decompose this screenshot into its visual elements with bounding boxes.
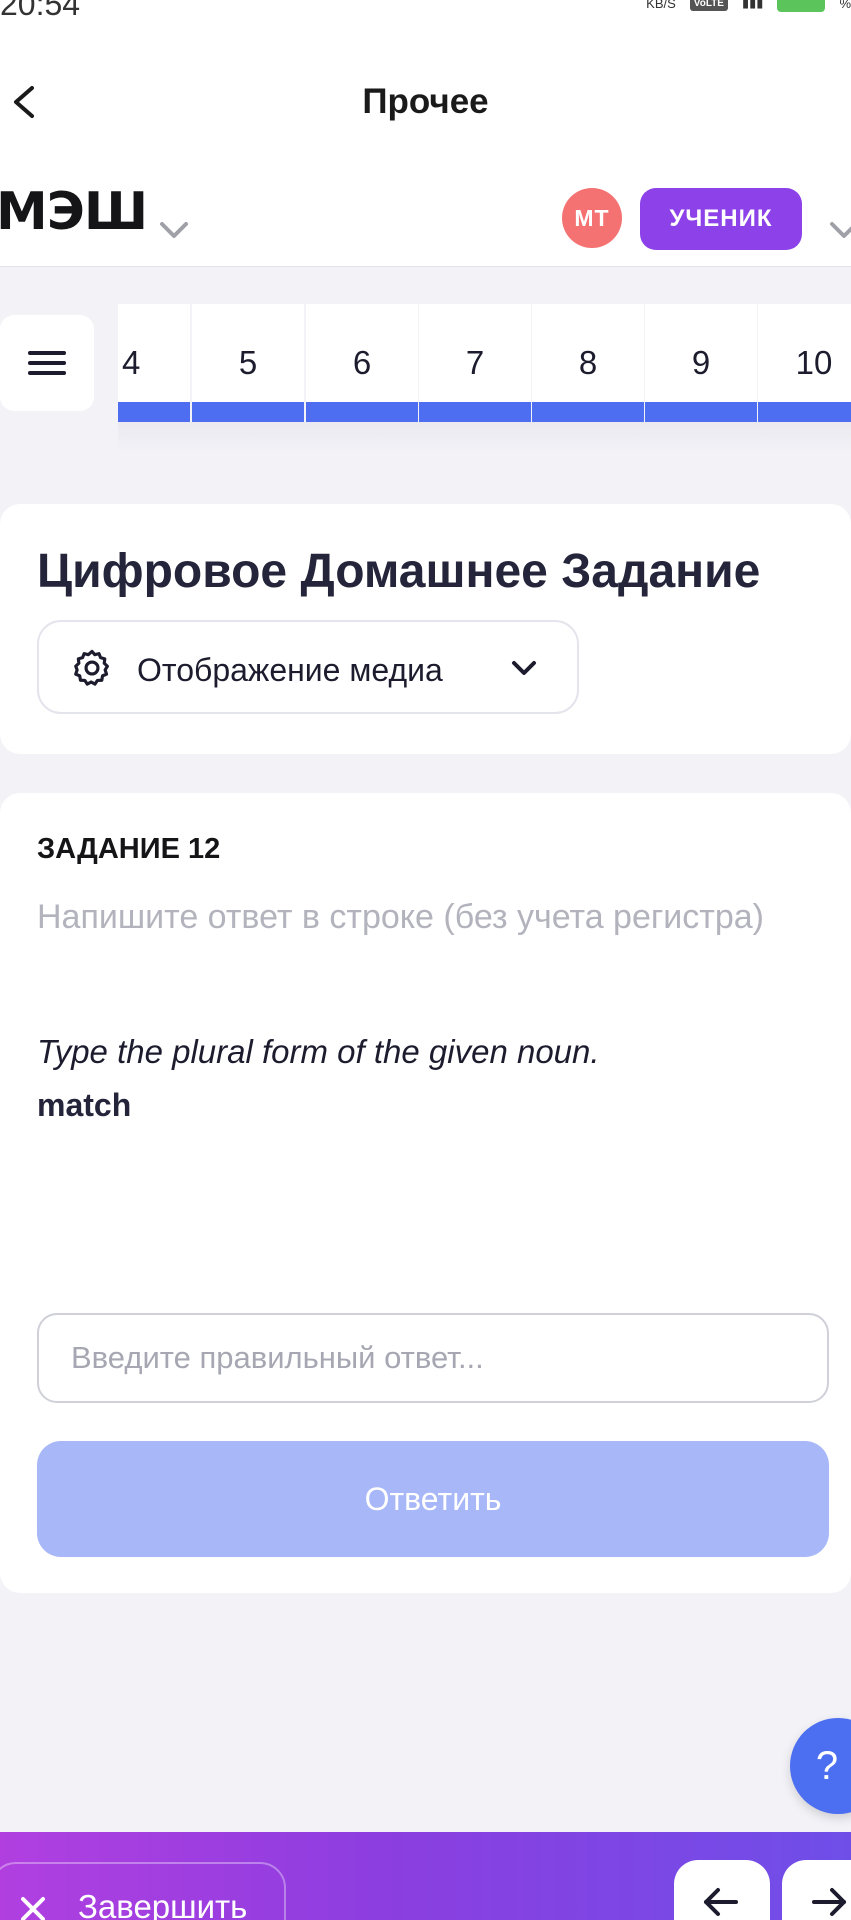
task-progress-bar [419, 402, 531, 422]
task-number-strip: 4 5 6 7 8 9 10 [118, 304, 851, 422]
task-progress-bar [532, 402, 644, 422]
task-nav-number: 9 [645, 344, 757, 382]
task-nav-item[interactable]: 5 [192, 304, 304, 422]
task-nav-item[interactable]: 7 [419, 304, 531, 422]
signal-icon: ▮▮▮ [742, 0, 763, 11]
homework-card: Цифровое Домашнее Задание Отображение ме… [0, 504, 851, 754]
status-bar: 20:54 KB/S VoLTE ▮▮▮ % [0, 0, 851, 18]
task-nav-item[interactable]: 9 [645, 304, 757, 422]
hamburger-icon [28, 345, 66, 381]
battery-percent: % [839, 0, 851, 11]
task-card: ЗАДАНИЕ 12 Напишите ответ в строке (без … [0, 793, 851, 1593]
network-speed: KB/S [646, 0, 676, 11]
next-task-button[interactable] [782, 1860, 851, 1920]
task-prompt: Type the plural form of the given noun. [37, 1033, 600, 1071]
battery-icon [777, 0, 825, 12]
task-progress-bar [645, 402, 757, 422]
task-progress-bar [758, 402, 851, 422]
role-badge[interactable]: УЧЕНИК [640, 188, 802, 250]
finish-button[interactable]: Завершить [0, 1862, 286, 1920]
task-nav-item[interactable]: 6 [306, 304, 418, 422]
task-nav-item[interactable]: 4 [118, 304, 190, 422]
task-instruction: Напишите ответ в строке (без учета регис… [37, 889, 777, 946]
arrow-right-icon [810, 1886, 848, 1918]
status-time: 20:54 [0, 0, 80, 18]
media-display-label: Отображение медиа [137, 652, 443, 689]
arrow-left-icon [702, 1886, 740, 1918]
gear-icon [71, 647, 113, 689]
page-title: Прочее [0, 82, 851, 122]
help-question-icon: ? [816, 1744, 838, 1789]
brand-logo: МЭШ [0, 186, 147, 238]
task-strip-shadow [118, 422, 851, 452]
task-nav-number: 10 [758, 344, 851, 382]
answer-input[interactable] [37, 1313, 829, 1403]
task-word: match [37, 1087, 131, 1124]
task-list-menu-button[interactable] [0, 315, 94, 411]
volte-indicator: VoLTE [690, 0, 728, 11]
close-icon [18, 1894, 48, 1920]
task-nav-number: 8 [532, 344, 644, 382]
chevron-down-icon [509, 658, 539, 680]
task-nav-item[interactable]: 8 [532, 304, 644, 422]
task-nav-number: 6 [306, 344, 418, 382]
task-nav-item[interactable]: 10 [758, 304, 851, 422]
status-indicators: KB/S VoLTE ▮▮▮ % [646, 0, 851, 12]
user-avatar[interactable]: МТ [562, 188, 622, 248]
task-nav-number: 7 [419, 344, 531, 382]
finish-label: Завершить [78, 1888, 247, 1920]
task-progress-bar [306, 402, 418, 422]
task-number-label: ЗАДАНИЕ 12 [37, 833, 220, 866]
app-header: Прочее МЭШ МТ УЧЕНИК [0, 18, 851, 267]
help-button[interactable]: ? [790, 1718, 851, 1814]
task-nav-number: 4 [118, 344, 190, 382]
profile-dropdown-chevron-icon[interactable] [828, 218, 851, 242]
previous-task-button[interactable] [674, 1860, 770, 1920]
task-progress-bar [118, 402, 190, 422]
brand-dropdown-chevron-icon[interactable] [158, 218, 190, 242]
media-display-dropdown[interactable]: Отображение медиа [37, 620, 579, 714]
homework-title: Цифровое Домашнее Задание [37, 544, 760, 599]
task-nav-number: 5 [192, 344, 304, 382]
bottom-action-bar: Завершить [0, 1832, 851, 1920]
submit-answer-button[interactable]: Ответить [37, 1441, 829, 1557]
task-progress-bar [192, 402, 304, 422]
